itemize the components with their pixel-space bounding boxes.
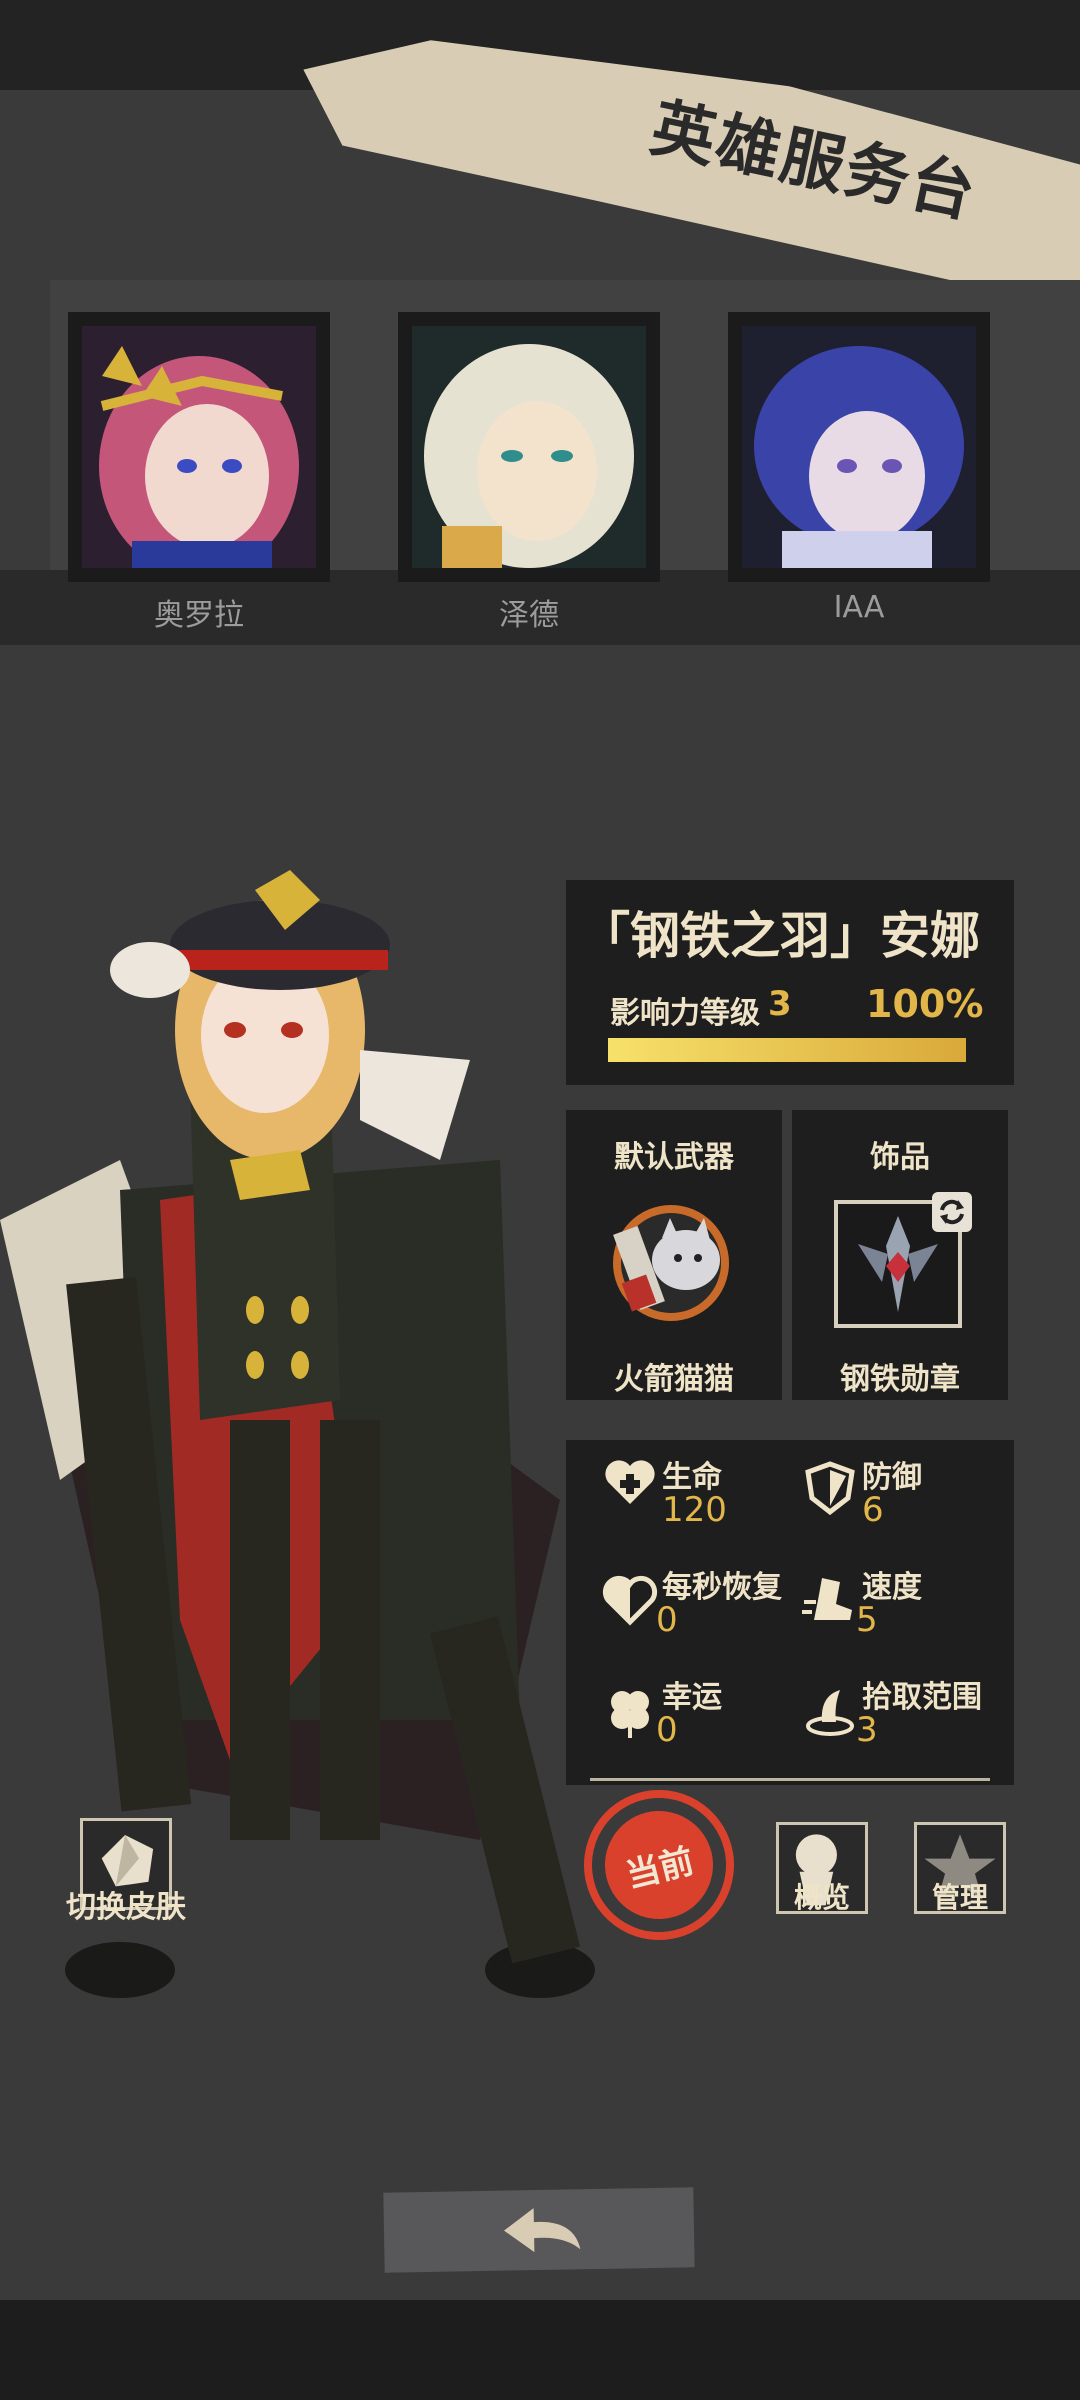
hero-name-1: 奥罗拉 bbox=[154, 598, 244, 633]
stat-label-regen: 每秒恢复 bbox=[662, 1570, 782, 1605]
clover-icon bbox=[611, 1691, 649, 1738]
bottom-band bbox=[0, 2300, 1080, 2400]
hero-card-2[interactable] bbox=[398, 312, 660, 582]
stat-value-speed: 5 bbox=[856, 1600, 878, 1640]
hero-portrait-white-hair-icon bbox=[412, 326, 646, 568]
heart-cross-icon bbox=[605, 1460, 655, 1504]
hero-portrait-blue-hair-icon bbox=[742, 326, 976, 568]
influence-bar-fill bbox=[608, 1038, 966, 1062]
back-arrow-icon bbox=[504, 2208, 581, 2253]
current-label: 当前 bbox=[593, 1799, 725, 1931]
switch-skin-label[interactable]: 切换皮肤 bbox=[66, 1882, 186, 1926]
stat-value-regen: 0 bbox=[656, 1600, 678, 1640]
shield-icon bbox=[805, 1461, 855, 1516]
stat-value-defense: 6 bbox=[862, 1490, 884, 1530]
stats-divider bbox=[590, 1778, 990, 1781]
hero-name-3: IAA bbox=[833, 590, 885, 625]
stat-label-pickup-range: 拾取范围 bbox=[862, 1680, 982, 1715]
boot-speed-icon bbox=[802, 1578, 852, 1620]
influence-level: 3 bbox=[768, 984, 792, 1024]
accessory-name: 钢铁勋章 bbox=[840, 1362, 960, 1397]
back-button[interactable] bbox=[383, 2187, 695, 2273]
heart-regen-icon bbox=[602, 1575, 658, 1626]
hero-portrait-pink-hair-icon bbox=[82, 326, 316, 568]
weapon-name: 火箭猫猫 bbox=[614, 1362, 734, 1397]
magnet-icon bbox=[806, 1690, 854, 1736]
hero-card-3[interactable] bbox=[728, 312, 990, 582]
stat-value-pickup-range: 3 bbox=[856, 1710, 878, 1750]
stat-value-hp: 120 bbox=[662, 1490, 727, 1530]
hero-card-1[interactable] bbox=[68, 312, 330, 582]
hero-name-2: 泽德 bbox=[499, 598, 559, 633]
stat-value-luck: 0 bbox=[656, 1710, 678, 1750]
swap-icon[interactable] bbox=[932, 1192, 972, 1232]
rocket-cat-icon[interactable] bbox=[606, 1198, 736, 1328]
influence-percent: 100% bbox=[866, 982, 984, 1026]
manage-label[interactable]: 管理 bbox=[914, 1876, 1006, 1916]
character-title: 「钢铁之羽」安娜 bbox=[580, 907, 980, 965]
influence-label: 影响力等级 bbox=[610, 996, 760, 1031]
accessory-header: 饰品 bbox=[870, 1140, 930, 1175]
overview-label[interactable]: 概览 bbox=[776, 1876, 868, 1916]
weapon-header: 默认武器 bbox=[614, 1140, 734, 1175]
